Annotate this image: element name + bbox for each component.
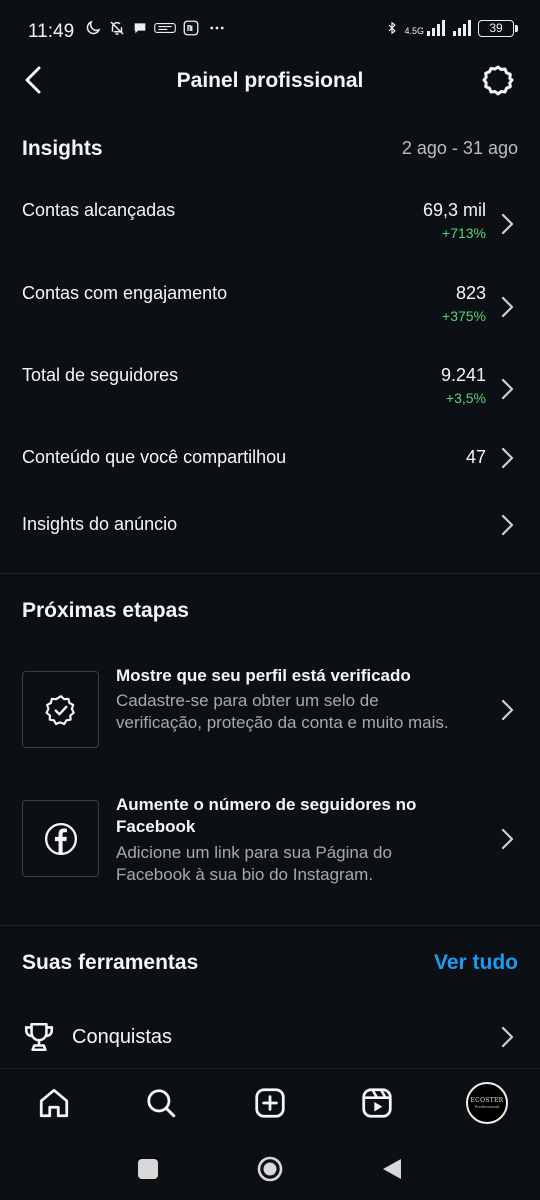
- square-icon: [138, 1159, 158, 1179]
- step-icon-box: [22, 800, 99, 877]
- status-notification-icons: [84, 19, 228, 37]
- signal-icon: [427, 20, 445, 36]
- step-title: Mostre que seu perfil está verificado: [116, 666, 411, 685]
- chevron-right-icon: [501, 296, 514, 318]
- search-icon: [147, 1089, 176, 1118]
- section-divider: [0, 925, 540, 926]
- reels-icon: [362, 1088, 392, 1118]
- metric-row-accounts-reached[interactable]: Contas alcançadas 69,3 mil +713%: [0, 200, 540, 270]
- chevron-right-icon: [501, 828, 514, 850]
- metric-row-ad-insights[interactable]: Insights do anúncio: [0, 514, 540, 554]
- professional-dashboard-screen: 11:49 4.5G 39 Painel profissional Insigh…: [0, 0, 540, 1200]
- step-card-verified[interactable]: Mostre que seu perfil está verificado Ca…: [0, 660, 540, 760]
- metric-label: Contas alcançadas: [22, 200, 176, 220]
- metric-label: Total de seguidores: [22, 365, 179, 385]
- chevron-right-icon: [501, 514, 514, 536]
- metric-label: Contas com engajamento: [22, 283, 228, 303]
- date-range: 2 ago - 31 ago: [401, 138, 518, 158]
- bell-off-icon: [110, 21, 124, 35]
- metric-row-engaged-accounts[interactable]: Contas com engajamento 823 +375%: [0, 283, 540, 353]
- metric-value: 47: [465, 447, 486, 467]
- metric-row-total-followers[interactable]: Total de seguidores 9.241 +3,5%: [0, 365, 540, 435]
- recent-apps-button[interactable]: [134, 1155, 162, 1183]
- bluetooth-icon: [389, 21, 397, 35]
- section-divider: [0, 573, 540, 574]
- tools-heading: Suas ferramentas: [22, 951, 199, 974]
- nav-search-button[interactable]: [143, 1085, 179, 1121]
- chevron-right-icon: [501, 447, 514, 469]
- next-steps-heading: Próximas etapas: [22, 599, 189, 622]
- system-navigation-bar: [0, 1138, 540, 1200]
- nav-reels-button[interactable]: [359, 1085, 395, 1121]
- metric-change: +375%: [442, 308, 486, 324]
- page-title: Painel profissional: [176, 69, 364, 92]
- signal-secondary-icon: [453, 20, 471, 36]
- create-icon: [255, 1088, 285, 1118]
- trophy-icon: [24, 1022, 54, 1052]
- home-icon: [39, 1088, 69, 1118]
- facebook-icon: [44, 822, 77, 855]
- app-notification-icon: [154, 23, 176, 33]
- settings-button[interactable]: [482, 64, 514, 96]
- metric-label: Conteúdo que você compartilhou: [22, 447, 287, 467]
- chevron-right-icon: [501, 213, 514, 235]
- avatar-text: ECOSTER: [470, 1097, 504, 1104]
- chat-bubble-icon: [134, 23, 146, 34]
- tool-label: Conquistas: [72, 1026, 173, 1048]
- status-system-icons: 4.5G 39: [385, 18, 518, 38]
- battery-indicator: 39: [478, 19, 518, 37]
- moon-icon: [86, 20, 101, 35]
- metric-label: Insights do anúncio: [22, 514, 178, 534]
- status-bar: 11:49 4.5G 39: [0, 0, 540, 60]
- insights-heading: Insights: [22, 137, 103, 160]
- chevron-right-icon: [501, 1026, 514, 1048]
- step-title: Aumente o número de seguidores no Facebo…: [116, 795, 417, 836]
- nav-home-button[interactable]: [36, 1085, 72, 1121]
- nav-profile-avatar[interactable]: ECOSTER Professional: [466, 1082, 508, 1124]
- step-description: Cadastre-se para obter um selo de verifi…: [116, 691, 449, 732]
- metric-value: 823: [455, 283, 486, 303]
- chevron-right-icon: [501, 699, 514, 721]
- metric-value: 9.241: [440, 365, 486, 385]
- more-icon: [210, 26, 224, 30]
- network-type: 4.5G: [404, 20, 446, 36]
- bottom-navigation: ECOSTER Professional: [0, 1068, 540, 1138]
- app-header: Painel profissional: [0, 56, 540, 106]
- step-icon-box: [22, 671, 99, 748]
- metric-change: +713%: [442, 225, 486, 241]
- nav-create-button[interactable]: [252, 1085, 288, 1121]
- chevron-right-icon: [501, 378, 514, 400]
- verified-badge-icon: [44, 694, 75, 725]
- triangle-back-icon: [383, 1159, 401, 1179]
- gear-icon: [482, 65, 514, 96]
- network-label: 4.5G: [404, 26, 424, 36]
- metric-change: +3,5%: [445, 390, 486, 406]
- tool-item-achievements[interactable]: Conquistas: [0, 1010, 540, 1066]
- circle-icon: [257, 1156, 283, 1182]
- home-system-button[interactable]: [256, 1155, 284, 1183]
- see-all-link[interactable]: Ver tudo: [434, 951, 518, 975]
- mi-app-icon: [183, 20, 199, 36]
- metric-value: 69,3 mil: [422, 200, 486, 220]
- step-card-facebook[interactable]: Aumente o número de seguidores no Facebo…: [0, 790, 540, 890]
- step-description: Adicione um link para sua Página do Face…: [116, 843, 392, 884]
- avatar-subtext: Professional: [474, 1104, 500, 1109]
- status-time: 11:49: [28, 21, 75, 42]
- metric-row-content-shared[interactable]: Conteúdo que você compartilhou 47: [0, 447, 540, 487]
- back-system-button[interactable]: [378, 1155, 406, 1183]
